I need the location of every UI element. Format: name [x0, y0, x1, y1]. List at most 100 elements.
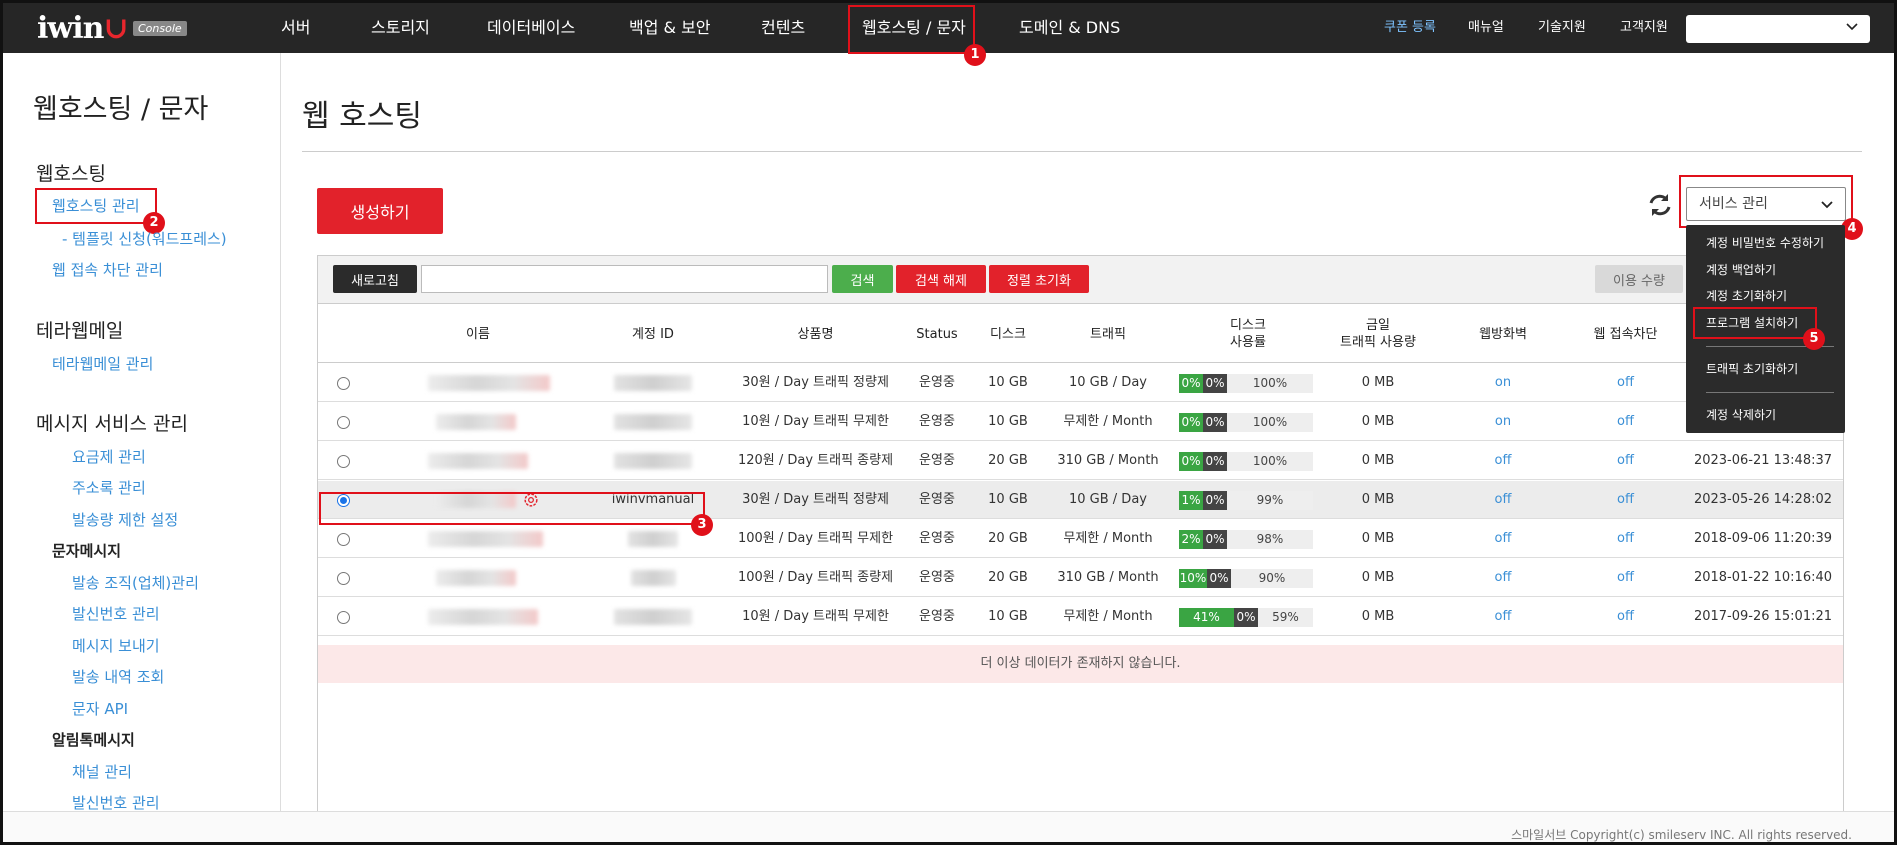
block-toggle[interactable]: off [1568, 559, 1683, 597]
col-account-id[interactable]: 계정 ID [598, 305, 708, 363]
account-select[interactable] [1686, 15, 1870, 43]
status: 운영중 [919, 414, 955, 429]
traffic: 무제한 / Month [1063, 414, 1153, 429]
col-waf[interactable]: 웹방화벽 [1453, 305, 1553, 363]
sidebar-item-block-manage[interactable]: 웹 접속 차단 관리 [52, 259, 163, 280]
row-radio[interactable] [337, 611, 350, 624]
table-row[interactable]: 100원 / Day 트래픽 무제한 운영중 20 GB 무제한 / Month 2%… [318, 520, 1843, 558]
col-name[interactable]: 이름 [378, 305, 578, 363]
sidebar-item-pricing[interactable]: 요금제 관리 [72, 446, 146, 467]
hosting-table-panel: 새로고침 검색 검색 해제 정렬 초기화 이용 수량 이름 계정 ID 상품명 … [317, 255, 1844, 815]
manual-link[interactable]: 매뉴얼 [1468, 3, 1504, 53]
nav-server[interactable]: 서버 [281, 3, 310, 53]
table-row[interactable]: 100원 / Day 트래픽 종량제 운영중 20 GB 310 GB / Month… [318, 559, 1843, 597]
col-traffic[interactable]: 트래픽 [1048, 305, 1168, 363]
row-radio[interactable] [337, 533, 350, 546]
sidebar-item-send-limit[interactable]: 발송량 제한 설정 [72, 509, 178, 530]
tech-support-link[interactable]: 기술지원 [1538, 3, 1586, 53]
chevron-down-icon [1846, 23, 1858, 31]
refresh-icon[interactable] [1646, 191, 1674, 219]
menu-item-change-password[interactable]: 계정 비밀번호 수정하기 [1706, 234, 1824, 251]
nav-domain-dns[interactable]: 도메인 & DNS [1019, 3, 1120, 53]
reset-sort-button[interactable]: 정렬 초기화 [989, 265, 1089, 293]
product-name: 10원 / Day 트래픽 무제한 [742, 609, 889, 624]
table-header: 이름 계정 ID 상품명 Status 디스크 트래픽 디스크 사용률 금일 트… [318, 305, 1843, 363]
col-status[interactable]: Status [902, 305, 972, 363]
col-disk[interactable]: 디스크 [978, 305, 1038, 363]
sidebar-item-address[interactable]: 주소록 관리 [72, 477, 146, 498]
search-button[interactable]: 검색 [832, 265, 893, 293]
customer-support-link[interactable]: 고객지원 [1620, 3, 1668, 53]
menu-item-reset-traffic[interactable]: 트래픽 초기화하기 [1706, 360, 1798, 377]
step-badge-1: 1 [964, 44, 986, 66]
sidebar-item-template[interactable]: - 템플릿 신청(워드프레스) [62, 228, 227, 249]
created-date: 2023-06-21 13:48:37 [1693, 453, 1833, 468]
col-disk-usage[interactable]: 디스크 사용률 [1198, 305, 1298, 363]
row-radio[interactable] [337, 416, 350, 429]
sidebar-item-sender-org[interactable]: 발송 조직(업체)관리 [72, 572, 199, 593]
table-row[interactable]: 10원 / Day 트래픽 무제한 운영중 10 GB 무제한 / Month 0% … [318, 403, 1843, 441]
waf-toggle[interactable]: on [1453, 403, 1553, 441]
sidebar-sub-alimtalk: 알림톡메시지 [52, 731, 135, 749]
name-redacted [436, 414, 516, 430]
menu-item-reset-account[interactable]: 계정 초기화하기 [1706, 287, 1787, 304]
disk-usage-reserved: 0% [1203, 374, 1227, 393]
col-block[interactable]: 웹 접속차단 [1568, 305, 1683, 363]
sidebar-item-sms-api[interactable]: 문자 API [72, 698, 128, 719]
sidebar-item-channel[interactable]: 채널 관리 [72, 761, 132, 782]
clear-search-button[interactable]: 검색 해제 [896, 265, 986, 293]
table-row[interactable]: 120원 / Day 트래픽 종량제 운영중 20 GB 310 GB / Month… [318, 442, 1843, 480]
row-radio[interactable] [337, 572, 350, 585]
sidebar-item-caller-number[interactable]: 발신번호 관리 [72, 603, 160, 624]
status: 운영중 [919, 492, 955, 507]
today-traffic: 0 MB [1361, 531, 1395, 546]
product-name: 100원 / Day 트래픽 종량제 [737, 570, 894, 585]
waf-toggle[interactable]: off [1453, 442, 1553, 480]
block-toggle[interactable]: off [1568, 364, 1683, 402]
step-badge-5: 5 [1803, 328, 1825, 350]
sidebar-item-caller-number-2[interactable]: 발신번호 관리 [72, 792, 160, 813]
block-toggle[interactable]: off [1568, 598, 1683, 636]
sidebar-item-terramail-manage[interactable]: 테라웹메일 관리 [52, 353, 153, 374]
disk-usage-free: 59% [1272, 610, 1299, 624]
nav-database[interactable]: 데이터베이스 [487, 3, 575, 53]
nav-backup-security[interactable]: 백업 & 보안 [629, 3, 711, 53]
nav-contents[interactable]: 컨텐츠 [761, 3, 805, 53]
status: 운영중 [919, 531, 955, 546]
waf-toggle[interactable]: on [1453, 364, 1553, 402]
col-product[interactable]: 상품명 [733, 305, 898, 363]
table-row[interactable]: 10원 / Day 트래픽 무제한 운영중 10 GB 무제한 / Month 41%… [318, 598, 1843, 636]
disk-usage-reserved: 0% [1203, 413, 1227, 432]
name-redacted [428, 375, 550, 391]
refresh-button[interactable]: 새로고침 [333, 265, 417, 293]
block-toggle[interactable]: off [1568, 442, 1683, 480]
console-badge: Console [133, 21, 187, 36]
menu-item-backup-account[interactable]: 계정 백업하기 [1706, 261, 1776, 278]
usage-count-button[interactable]: 이용 수량 [1595, 265, 1683, 293]
waf-toggle[interactable]: off [1453, 559, 1553, 597]
waf-toggle[interactable]: off [1453, 520, 1553, 558]
disk-usage-reserved: 0% [1234, 608, 1258, 627]
table-row[interactable]: 30원 / Day 트래픽 정량제 운영중 10 GB 10 GB / Day 0% … [318, 364, 1843, 402]
waf-toggle[interactable]: off [1453, 481, 1553, 519]
nav-storage[interactable]: 스토리지 [371, 3, 430, 53]
block-toggle[interactable]: off [1568, 481, 1683, 519]
traffic: 310 GB / Month [1057, 453, 1159, 468]
iwinv-logo[interactable]: iwin∪ [37, 11, 129, 46]
menu-item-delete-account[interactable]: 계정 삭제하기 [1706, 406, 1776, 423]
block-toggle[interactable]: off [1568, 520, 1683, 558]
row-radio[interactable] [337, 455, 350, 468]
coupon-register-link[interactable]: 쿠폰 등록 [1384, 3, 1436, 53]
disk-usage-bar: 0% 0% 100% [1179, 374, 1313, 393]
create-button[interactable]: 생성하기 [317, 188, 443, 234]
name-redacted [436, 570, 516, 586]
row-radio[interactable] [337, 377, 350, 390]
block-toggle[interactable]: off [1568, 403, 1683, 441]
col-today-traffic[interactable]: 금일 트래픽 사용량 [1313, 305, 1443, 363]
waf-toggle[interactable]: off [1453, 598, 1553, 636]
disk-usage-bar: 1% 0% 99% [1179, 491, 1313, 510]
search-input[interactable] [421, 265, 828, 293]
sidebar-item-send-message[interactable]: 메시지 보내기 [72, 635, 160, 656]
product-name: 10원 / Day 트래픽 무제한 [742, 414, 889, 429]
sidebar-item-history[interactable]: 발송 내역 조회 [72, 666, 164, 687]
